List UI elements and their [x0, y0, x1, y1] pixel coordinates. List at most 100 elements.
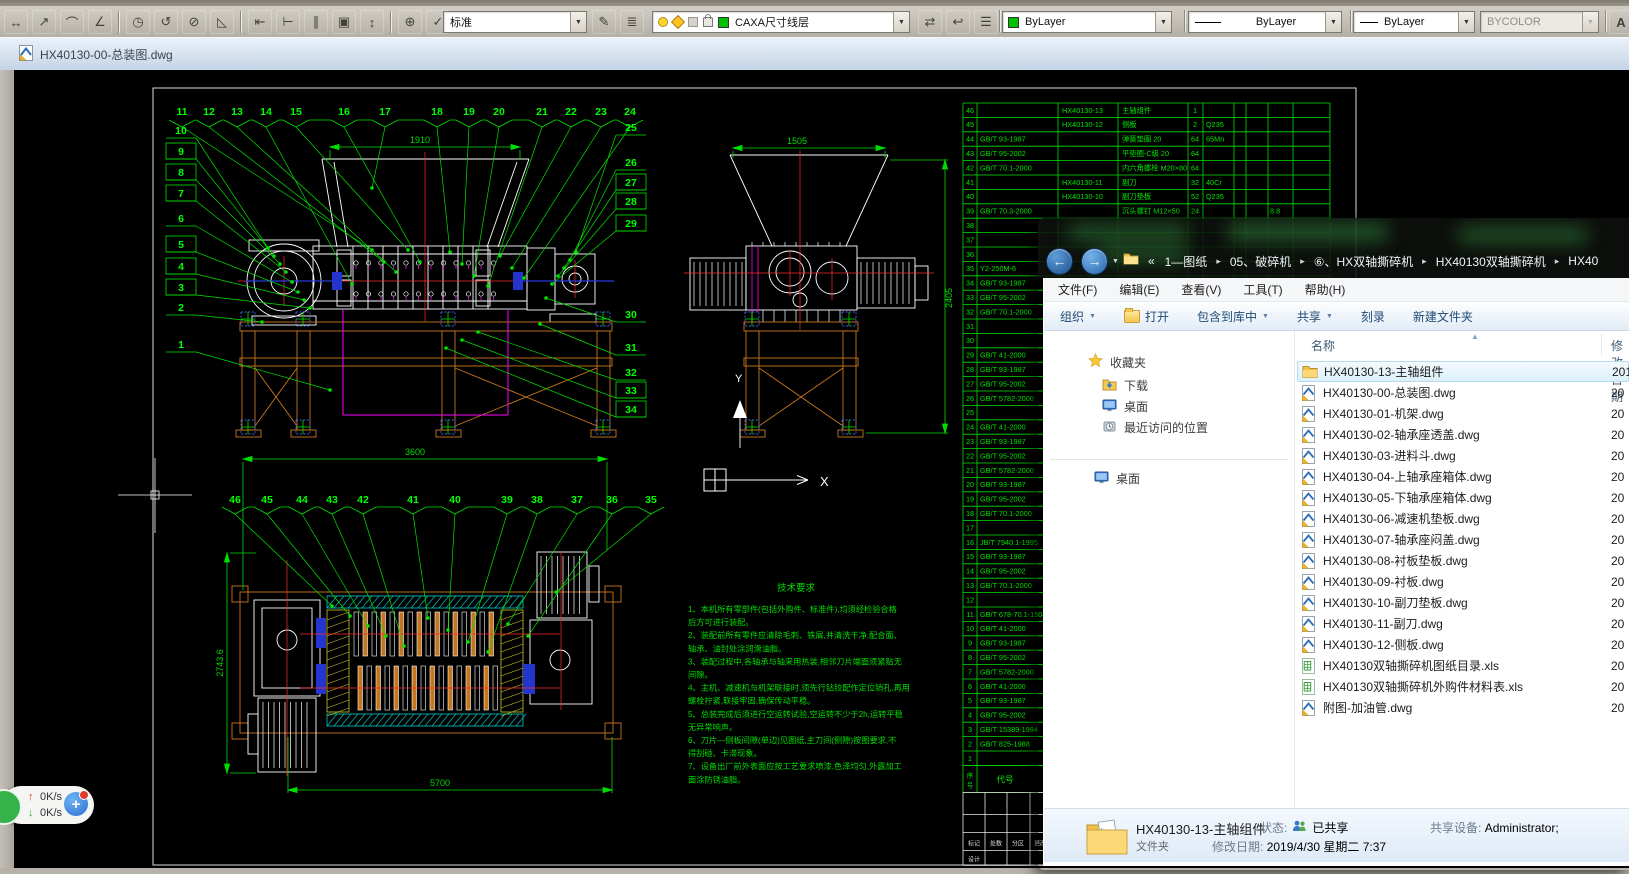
layer-properties-icon[interactable]: ≣: [620, 10, 644, 34]
jogged-dimension-icon[interactable]: ↺: [154, 10, 178, 34]
file-row[interactable]: HX40130-08-衬板垫板.dwg20: [1297, 550, 1629, 571]
document-tab[interactable]: HX40130-00-总装图.dwg: [18, 45, 173, 64]
bom-header-code: 代号: [996, 774, 1013, 784]
breadcrumb-item[interactable]: HX40130双轴撕碎机: [1433, 251, 1549, 272]
quick-dimension-icon[interactable]: ▣: [332, 10, 356, 34]
bom-cell: 9: [968, 639, 972, 648]
breadcrumb-item[interactable]: 05、破碎机: [1227, 251, 1294, 272]
column-divider[interactable]: [1601, 334, 1602, 356]
dim-plan-top: 3600: [405, 447, 425, 457]
history-chevron-icon[interactable]: ▼: [1112, 258, 1119, 265]
bom-cell: 42: [966, 163, 974, 172]
match-layer-icon[interactable]: ⇄: [918, 10, 942, 34]
linear-dimension-icon[interactable]: ↔: [4, 10, 28, 34]
breadcrumb-item[interactable]: ⑥、HX双轴撕碎机: [1311, 251, 1416, 272]
balloon-label: 30: [625, 309, 637, 321]
layer-states-icon[interactable]: ☰: [974, 10, 998, 34]
file-row[interactable]: 附图-加油管.dwg20: [1297, 697, 1629, 718]
bom-cell: 37: [966, 235, 974, 244]
menu-item[interactable]: 工具(T): [1243, 281, 1282, 298]
column-header-name[interactable]: 名称: [1311, 337, 1335, 354]
toolbar-button-打开[interactable]: 打开: [1124, 308, 1169, 325]
chevron-down-icon[interactable]: ▼: [570, 12, 586, 32]
toolbar-button-共享[interactable]: 共享▼: [1297, 308, 1333, 325]
color-combo[interactable]: ByLayer ▼: [1002, 11, 1172, 33]
center-mark-icon[interactable]: ⊕: [398, 10, 422, 34]
file-row[interactable]: HX40130双轴撕碎机外购件材料表.xls20: [1297, 676, 1629, 697]
angular-dimension-icon[interactable]: ∠: [88, 10, 112, 34]
file-row[interactable]: HX40130双轴撕碎机图纸目录.xls20: [1297, 655, 1629, 676]
layer-combo[interactable]: CAXA尺寸线层 ▼: [652, 11, 910, 33]
chevron-down-icon[interactable]: ▼: [1325, 12, 1341, 32]
download-speed: 0K/s: [40, 807, 62, 819]
file-row[interactable]: HX40130-04-上轴承座箱体.dwg20: [1297, 466, 1629, 487]
file-row[interactable]: HX40130-03-进料斗.dwg20: [1297, 445, 1629, 466]
net-speed-widget[interactable]: ↑0K/s ↓0K/s +: [0, 786, 96, 824]
baseline-dimension-icon[interactable]: ⇤: [248, 10, 272, 34]
radius-dimension-icon[interactable]: ◷: [126, 10, 150, 34]
bom-cell: GB/T 95-2002: [980, 451, 1026, 460]
file-row[interactable]: HX40130-01-机架.dwg20: [1297, 403, 1629, 424]
nav-desktop-root[interactable]: 桌面: [1094, 470, 1140, 487]
file-row[interactable]: HX40130-00-总装图.dwg20: [1297, 382, 1629, 403]
chevron-down-icon[interactable]: ▼: [1458, 12, 1474, 32]
menu-item[interactable]: 帮助(H): [1305, 281, 1346, 298]
breadcrumb-collapsed[interactable]: «: [1145, 252, 1158, 270]
nav-item-3[interactable]: 最近访问的位置: [1102, 419, 1208, 436]
file-name: HX40130-04-上轴承座箱体.dwg: [1323, 468, 1492, 485]
breadcrumb-item[interactable]: HX40: [1565, 252, 1601, 270]
diameter-dimension-icon[interactable]: ⊘: [182, 10, 206, 34]
menu-item[interactable]: 编辑(E): [1119, 281, 1159, 298]
file-name: HX40130-01-机架.dwg: [1323, 405, 1444, 422]
dwg-file-icon: [1301, 532, 1317, 548]
nav-favorites[interactable]: 收藏夹: [1088, 353, 1146, 371]
toolbar-button-包含到库中[interactable]: 包含到库中▼: [1197, 308, 1269, 325]
layer-panel-group: ≣: [618, 10, 646, 34]
text-style-icon[interactable]: A: [1609, 10, 1629, 34]
balloon-label: 41: [407, 494, 419, 506]
layer-freeze-sun-icon[interactable]: [671, 15, 685, 29]
dim-style-combo[interactable]: 标准 ▼: [443, 11, 587, 33]
nav-item-1[interactable]: 下载: [1102, 377, 1148, 394]
layer-lock-icon[interactable]: [703, 17, 713, 27]
boost-ball-icon[interactable]: +: [64, 792, 88, 816]
share-device-value: Administrator;: [1485, 821, 1559, 835]
ordinate-dimension-icon[interactable]: ◺: [210, 10, 234, 34]
layer-vp-freeze-icon[interactable]: [688, 17, 698, 27]
file-row[interactable]: HX40130-07-轴承座闷盖.dwg20: [1297, 529, 1629, 550]
dim-style-edit-icon[interactable]: ✎: [592, 10, 616, 34]
continue-dimension-icon[interactable]: ⊢: [276, 10, 300, 34]
chevron-down-icon[interactable]: ▼: [1155, 12, 1171, 32]
bom-cell: 45: [966, 120, 974, 129]
file-row[interactable]: HX40130-09-衬板.dwg20: [1297, 571, 1629, 592]
file-row[interactable]: HX40130-02-轴承座透盖.dwg20: [1297, 424, 1629, 445]
toolbar-button-刻录[interactable]: 刻录: [1361, 308, 1385, 325]
chevron-down-icon[interactable]: ▼: [893, 12, 909, 32]
toolbar-button-新建文件夹[interactable]: 新建文件夹: [1413, 308, 1473, 325]
layer-on-bulb-icon[interactable]: [658, 17, 668, 27]
menu-item[interactable]: 查看(V): [1181, 281, 1221, 298]
vertical-dimension-icon[interactable]: ↕: [360, 10, 384, 34]
parallel-dimension-icon[interactable]: ∥: [304, 10, 328, 34]
file-row[interactable]: HX40130-10-副刀垫板.dwg20: [1297, 592, 1629, 613]
file-row[interactable]: HX40130-06-减速机垫板.dwg20: [1297, 508, 1629, 529]
forward-button[interactable]: →: [1081, 248, 1108, 275]
bom-cell: 7: [968, 667, 972, 676]
file-row[interactable]: HX40130-11-副刀.dwg20: [1297, 613, 1629, 634]
back-button[interactable]: ←: [1046, 248, 1073, 275]
breadcrumb-item[interactable]: 1—图纸: [1162, 251, 1211, 272]
nav-section-divider: [1050, 459, 1288, 460]
toolbar-button-组织[interactable]: 组织▼: [1060, 308, 1096, 325]
linetype-combo[interactable]: ByLayer ▼: [1188, 11, 1342, 33]
layer-previous-icon[interactable]: ↩: [946, 10, 970, 34]
note-line: 面涂防锈油脂。: [688, 774, 745, 784]
file-row[interactable]: HX40130-05-下轴承座箱体.dwg20: [1297, 487, 1629, 508]
title-block-label: 分区: [1012, 839, 1024, 847]
menu-item[interactable]: 文件(F): [1058, 281, 1097, 298]
lineweight-combo[interactable]: ByLayer ▼: [1353, 11, 1475, 33]
file-row[interactable]: HX40130-12-侧板.dwg20: [1297, 634, 1629, 655]
arc-length-dimension-icon[interactable]: ⌒: [60, 10, 84, 34]
nav-item-2[interactable]: 桌面: [1102, 398, 1148, 415]
aligned-dimension-icon[interactable]: ↗: [32, 10, 56, 34]
file-row[interactable]: HX40130-13-主轴组件2019/4/30: [1297, 361, 1629, 382]
